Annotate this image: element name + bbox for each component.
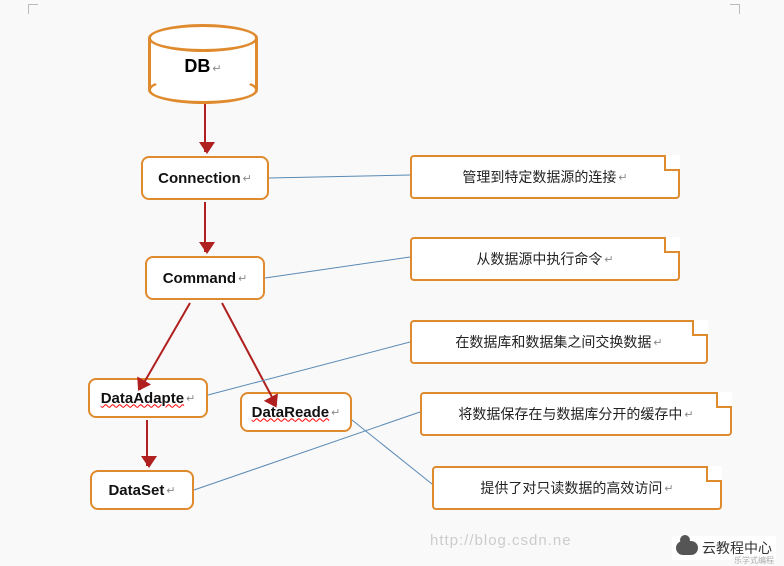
connection-label: Connection <box>158 170 241 187</box>
dataset-node: DataSet↵ <box>90 470 194 510</box>
reader-desc: 提供了对只读数据的高效访问 <box>480 478 662 498</box>
command-desc: 从数据源中执行命令 <box>476 249 602 269</box>
connection-node: Connection↵ <box>141 156 269 200</box>
arrow-command-adapter <box>139 303 191 391</box>
dataset-label: DataSet <box>108 482 164 499</box>
datareader-label: DataReade <box>252 404 330 421</box>
logo-subtext: 乐学式编程 <box>734 555 774 566</box>
page-corner-tr <box>730 4 740 14</box>
connection-callout: 管理到特定数据源的连接↵ <box>410 155 680 199</box>
cloud-icon <box>676 541 698 555</box>
reader-callout: 提供了对只读数据的高效访问↵ <box>432 466 722 510</box>
command-node: Command↵ <box>145 256 265 300</box>
arrow-db-connection <box>204 104 206 152</box>
page-corner-tl <box>28 4 38 14</box>
command-label: Command <box>163 270 236 287</box>
adapter-callout: 在数据库和数据集之间交换数据↵ <box>410 320 708 364</box>
watermark-url: http://blog.csdn.ne <box>430 532 572 549</box>
datareader-node: DataReade↵ <box>240 392 352 432</box>
db-node: DB↵ <box>148 24 258 104</box>
arrow-command-reader <box>221 303 277 406</box>
db-label: DB <box>184 56 210 76</box>
arrow-connection-command <box>204 202 206 252</box>
dataset-callout: 将数据保存在与数据库分开的缓存中↵ <box>420 392 732 436</box>
adapter-desc: 在数据库和数据集之间交换数据 <box>455 332 651 352</box>
arrow-adapter-dataset <box>146 420 148 466</box>
dataset-desc: 将数据保存在与数据库分开的缓存中 <box>458 404 682 424</box>
connection-desc: 管理到特定数据源的连接 <box>462 167 616 187</box>
command-callout: 从数据源中执行命令↵ <box>410 237 680 281</box>
